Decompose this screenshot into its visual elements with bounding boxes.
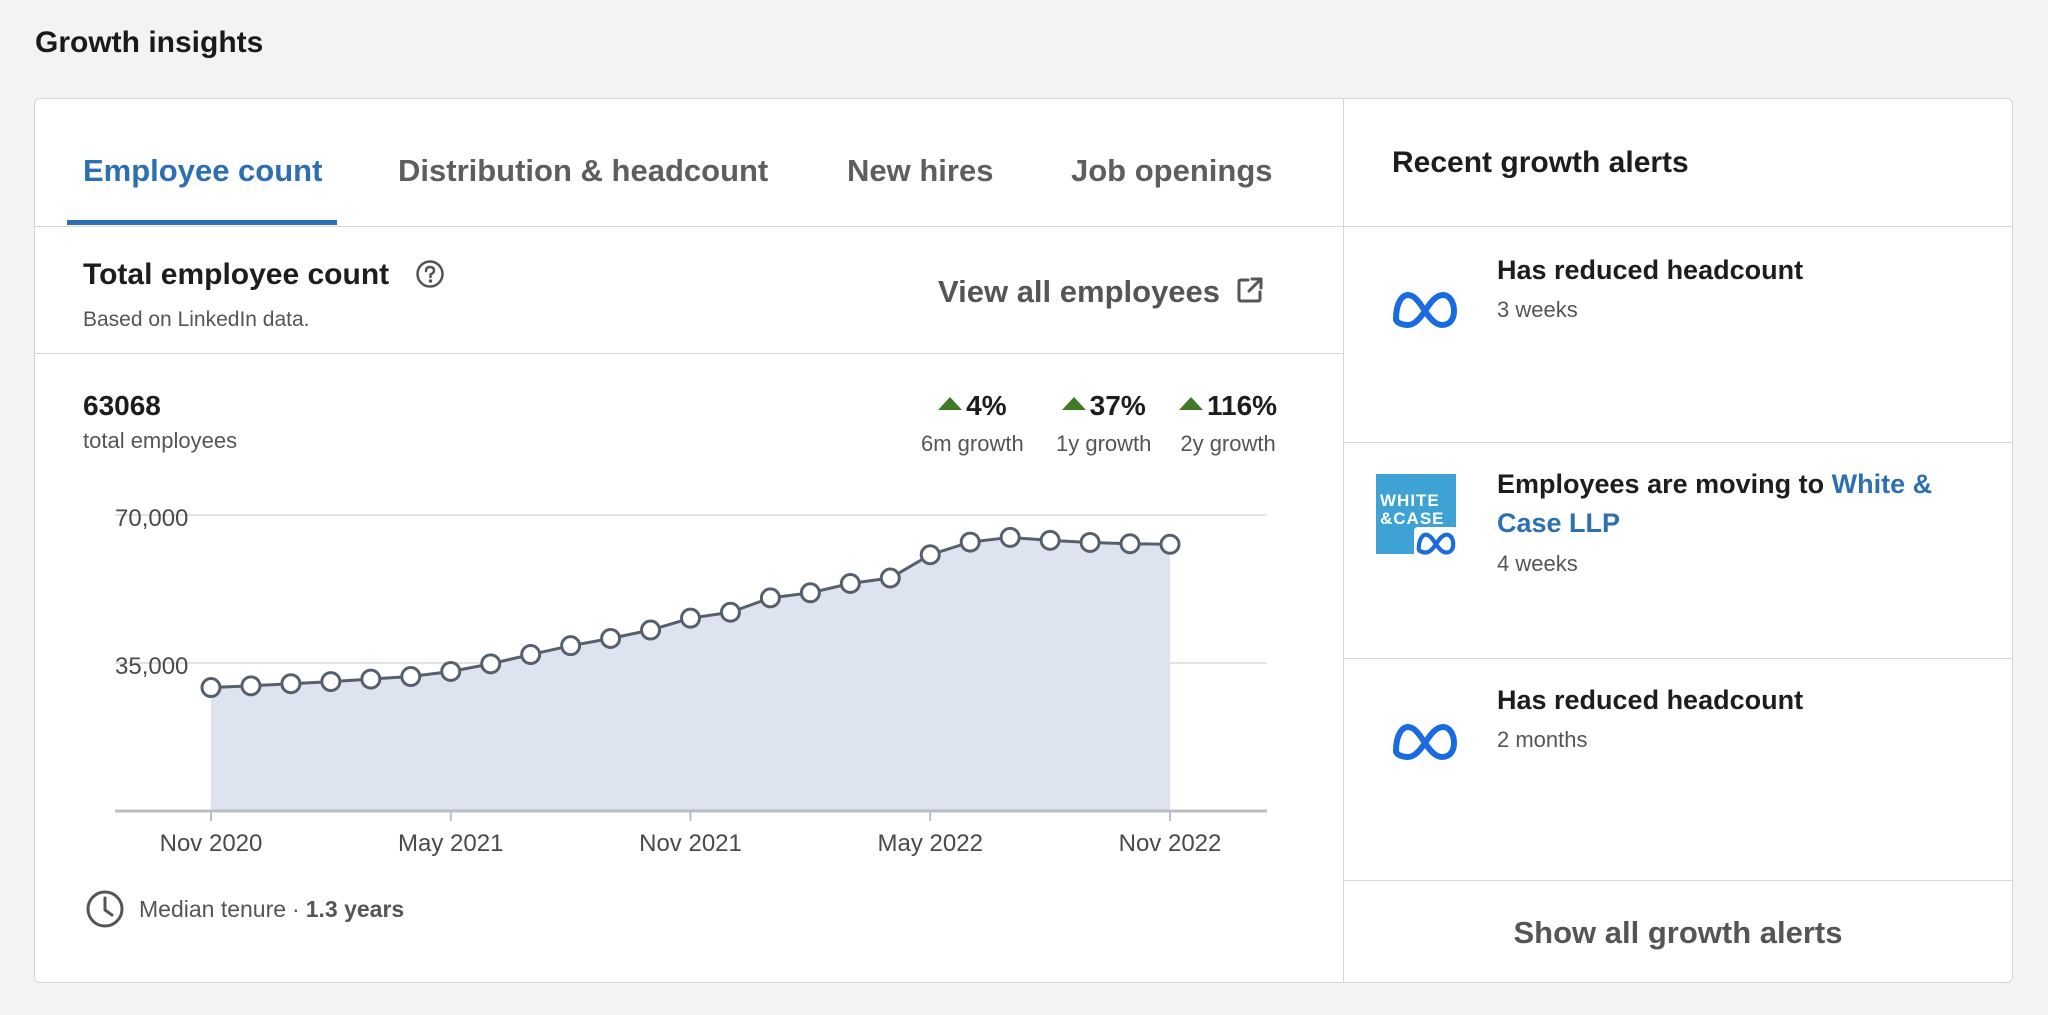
show-all-growth-alerts-label: Show all growth alerts [1513, 914, 1843, 950]
data-point[interactable] [879, 567, 901, 589]
data-point[interactable] [480, 653, 502, 675]
y-tick-label: 70,000 [115, 505, 188, 532]
data-point[interactable] [680, 607, 701, 629]
growth-6m-label: 6m growth [921, 431, 1024, 456]
data-point[interactable] [1039, 529, 1061, 551]
external-link-icon[interactable] [1235, 275, 1265, 305]
data-point[interactable] [959, 531, 981, 553]
data-point[interactable] [799, 582, 821, 604]
alert-title: Has reduced headcount [1497, 685, 1804, 715]
white-case-logo-text: WHITE &CASE [1380, 491, 1445, 528]
growth-6m: 4% 6m growth [921, 390, 1024, 457]
x-tick-label: Nov 2021 [639, 830, 742, 857]
section-title: Growth insights [35, 26, 264, 59]
growth-up-icon [1061, 397, 1086, 410]
data-point[interactable] [719, 601, 741, 623]
alerts-header: Recent growth alerts [1344, 99, 2012, 227]
alert-item[interactable]: Has reduced headcount 3 weeks [1344, 227, 2012, 443]
data-point[interactable] [400, 666, 422, 688]
growth-2y-value: 116% [1207, 390, 1278, 421]
alert-time: 2 months [1497, 727, 1588, 752]
growth-insights-card: Employee count Distribution & headcount … [34, 98, 2013, 983]
growth-1y-value: 37% [1089, 390, 1146, 421]
growth-up-icon [938, 397, 963, 410]
total-employee-label: total employees [83, 428, 238, 453]
data-point[interactable] [440, 660, 462, 682]
tab-bar: Employee count Distribution & headcount … [35, 99, 1343, 227]
chart-subtitle: Based on LinkedIn data. [83, 308, 310, 331]
data-point[interactable] [240, 675, 262, 697]
data-point[interactable] [999, 526, 1021, 548]
alert-title-text: Employees are moving to [1497, 469, 1832, 499]
clock-icon [86, 890, 124, 928]
employee-panel: Employee count Distribution & headcount … [35, 99, 1343, 982]
alert-item[interactable]: Has reduced headcount 2 months [1344, 659, 2012, 881]
data-point[interactable] [1079, 531, 1101, 553]
median-tenure: Median tenure · 1.3 years [85, 889, 404, 929]
alerts-title: Recent growth alerts [1392, 146, 1689, 179]
x-tick-label: May 2021 [398, 830, 503, 857]
view-all-employees-link[interactable]: View all employees [938, 274, 1220, 310]
data-point[interactable] [560, 635, 582, 657]
growth-up-icon [1179, 397, 1203, 410]
data-point[interactable] [640, 619, 662, 641]
growth-6m-value: 4% [966, 390, 1007, 421]
alert-title: Employees are moving to White & Case LLP [1497, 465, 1967, 543]
data-point[interactable] [280, 673, 302, 695]
meta-logo-icon [1393, 292, 1457, 328]
meta-badge [1414, 527, 1458, 559]
alert-time: 3 weeks [1497, 297, 1578, 322]
median-tenure-value: 1.3 years [305, 895, 405, 922]
alert-time: 4 weeks [1497, 551, 1578, 576]
data-point[interactable] [1159, 533, 1181, 555]
show-all-growth-alerts-button[interactable]: Show all growth alerts [1344, 881, 2012, 982]
tab-job-openings[interactable]: Job openings [1071, 153, 1273, 189]
y-tick-label: 35,000 [115, 653, 188, 680]
x-tick-label: May 2022 [878, 830, 983, 857]
chart-header: Total employee count Based on LinkedIn d… [35, 227, 1343, 354]
active-tab-indicator [67, 220, 337, 225]
data-point[interactable] [839, 573, 861, 595]
growth-alerts-panel: Recent growth alerts Has reduced headcou… [1343, 99, 2012, 982]
median-tenure-label: Median tenure [139, 895, 287, 922]
tab-distribution-headcount[interactable]: Distribution & headcount [398, 153, 768, 189]
data-point[interactable] [759, 587, 781, 609]
alert-item[interactable]: WHITE &CASE Employees are moving to Whit… [1344, 443, 2012, 659]
data-point[interactable] [919, 544, 941, 566]
growth-1y: 37% 1y growth [1056, 390, 1151, 457]
tab-new-hires[interactable]: New hires [847, 153, 993, 189]
series-area [211, 537, 1170, 811]
alert-title: Has reduced headcount [1497, 255, 1804, 285]
help-icon[interactable] [415, 259, 445, 289]
data-point[interactable] [200, 677, 222, 699]
growth-2y-label: 2y growth [1180, 431, 1276, 456]
x-tick-label: Nov 2022 [1119, 830, 1222, 857]
tab-employee-count[interactable]: Employee count [83, 153, 322, 189]
data-point[interactable] [320, 671, 342, 693]
median-tenure-separator: · [292, 895, 300, 922]
data-point[interactable] [1119, 533, 1141, 555]
growth-1y-label: 1y growth [1056, 431, 1152, 456]
meta-logo-icon [1393, 724, 1457, 760]
meta-logo-icon [1416, 532, 1456, 555]
x-tick-label: Nov 2020 [160, 830, 263, 857]
total-employee-count: 63068 [83, 390, 161, 421]
data-point[interactable] [600, 627, 622, 649]
data-point[interactable] [520, 644, 542, 666]
data-point[interactable] [360, 668, 382, 690]
chart-title: Total employee count [83, 258, 390, 291]
growth-2y: 116% 2y growth [1179, 390, 1277, 457]
